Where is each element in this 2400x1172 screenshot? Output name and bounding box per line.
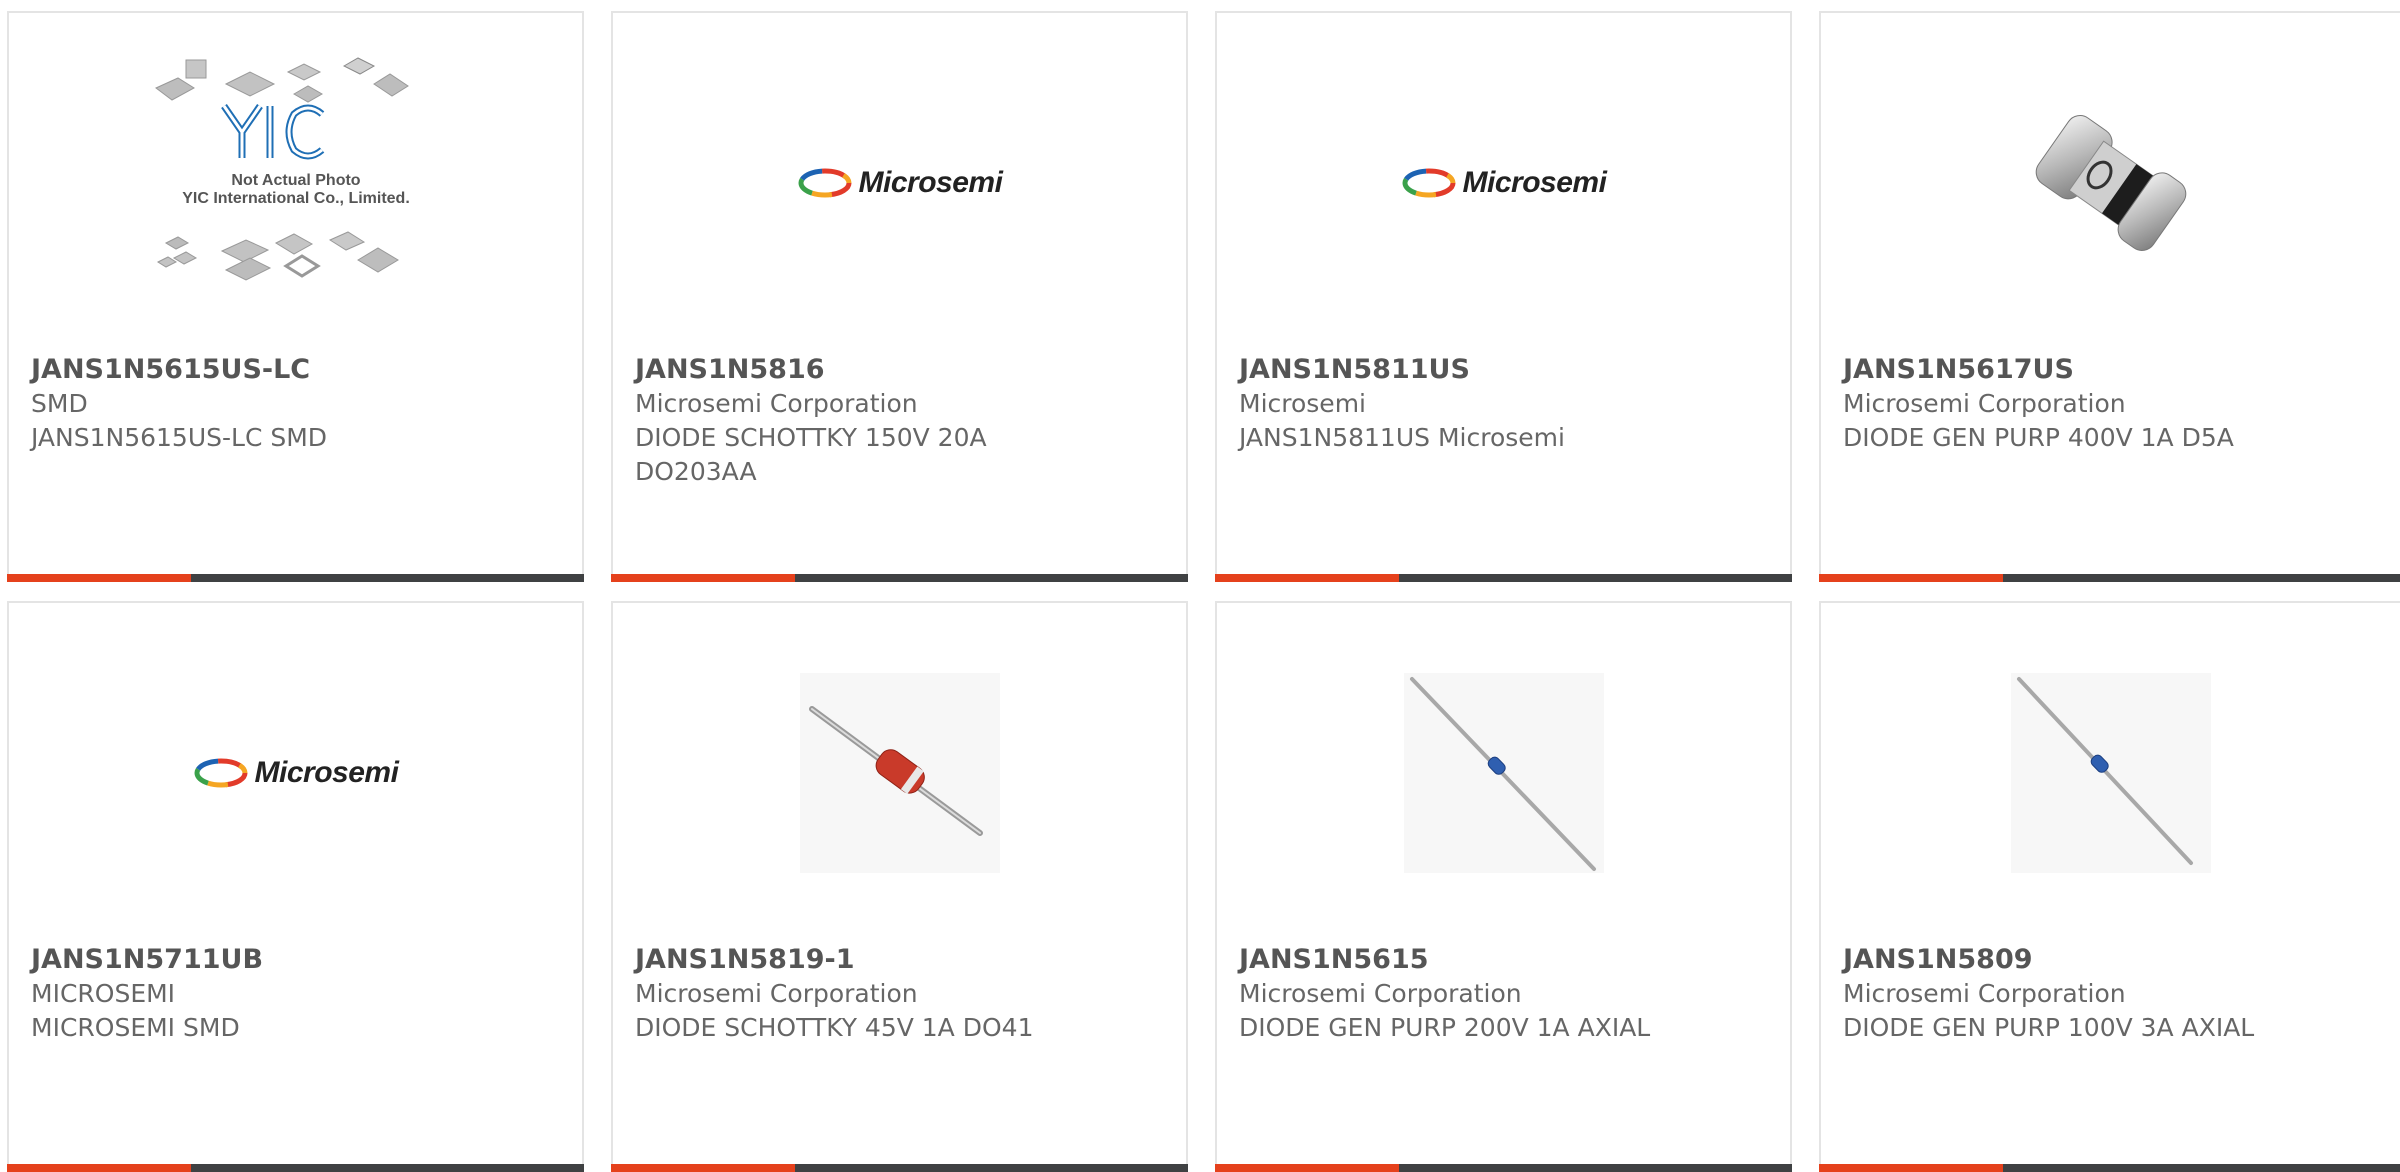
card-accent	[1819, 574, 2003, 582]
product-info: JANS1N5819-1 Microsemi Corporation DIODE…	[635, 943, 1164, 1045]
description: MICROSEMI SMD	[31, 1013, 240, 1042]
card-bottom-bar	[611, 574, 1188, 582]
product-info: JANS1N5615US-LC SMD JANS1N5615US-LC SMD	[31, 353, 560, 455]
yic-placeholder-image: Not Actual Photo YIC International Co., …	[154, 57, 410, 281]
product-info: JANS1N5809 Microsemi Corporation DIODE G…	[1843, 943, 2378, 1045]
axial-diode-image	[2010, 673, 2211, 873]
card-accent	[611, 574, 795, 582]
manufacturer: Microsemi Corporation	[635, 979, 918, 1008]
description: DIODE GEN PURP 400V 1A D5A	[1843, 423, 2234, 452]
product-image[interactable]: Microsemi	[9, 603, 582, 943]
microsemi-swirl-icon	[798, 168, 852, 198]
axial-diode-image	[1403, 673, 1604, 873]
part-number[interactable]: JANS1N5617US	[1843, 353, 2378, 387]
product-info: JANS1N5617US Microsemi Corporation DIODE…	[1843, 353, 2378, 455]
product-image[interactable]: Microsemi	[1217, 13, 1790, 353]
microsemi-wordmark: Microsemi	[858, 166, 1003, 199]
manufacturer: MICROSEMI	[31, 979, 176, 1008]
part-number[interactable]: JANS1N5615	[1239, 943, 1768, 977]
product-card[interactable]: JANS1N5617US Microsemi Corporation DIODE…	[1819, 11, 2400, 582]
placeholder-caption-2: YIC International Co., Limited.	[182, 190, 410, 207]
manufacturer: Microsemi Corporation	[1239, 979, 1522, 1008]
microsemi-wordmark: Microsemi	[254, 756, 399, 789]
card-bottom-bar	[1819, 1164, 2400, 1172]
description: DIODE GEN PURP 200V 1A AXIAL	[1239, 1013, 1651, 1042]
do41-diode-image	[799, 673, 1000, 873]
microsemi-logo: Microsemi	[797, 166, 1003, 200]
product-image[interactable]	[613, 603, 1186, 943]
card-accent	[1215, 1164, 1399, 1172]
product-card[interactable]: JANS1N5615 Microsemi Corporation DIODE G…	[1215, 601, 1792, 1172]
part-number[interactable]: JANS1N5711UB	[31, 943, 560, 977]
part-number[interactable]: JANS1N5816	[635, 353, 1164, 387]
placeholder-caption-1: Not Actual Photo	[231, 172, 360, 189]
description: JANS1N5615US-LC SMD	[31, 423, 328, 452]
card-bottom-bar	[7, 1164, 584, 1172]
part-number[interactable]: JANS1N5615US-LC	[31, 353, 560, 387]
microsemi-logo: Microsemi	[1401, 166, 1607, 200]
card-bottom-bar	[1819, 574, 2400, 582]
microsemi-swirl-icon	[194, 758, 248, 788]
part-number[interactable]: JANS1N5809	[1843, 943, 2378, 977]
product-image[interactable]: Microsemi	[613, 13, 1186, 353]
d5a-diode-image	[2035, 115, 2186, 251]
product-card[interactable]: Microsemi JANS1N5816 Microsemi Corporati…	[611, 11, 1188, 582]
card-bottom-bar	[7, 574, 584, 582]
card-accent	[7, 574, 191, 582]
product-card[interactable]: JANS1N5819-1 Microsemi Corporation DIODE…	[611, 601, 1188, 1172]
yic-logo	[220, 104, 324, 160]
card-bottom-bar	[1215, 1164, 1792, 1172]
card-bottom-bar	[1215, 574, 1792, 582]
description: JANS1N5811US Microsemi	[1239, 423, 1565, 452]
product-card[interactable]: Microsemi JANS1N5811US Microsemi JANS1N5…	[1215, 11, 1792, 582]
product-card[interactable]: Not Actual Photo YIC International Co., …	[7, 11, 584, 582]
card-accent	[7, 1164, 191, 1172]
product-image[interactable]	[1821, 13, 2400, 353]
description: DIODE GEN PURP 100V 3A AXIAL	[1843, 1013, 2255, 1042]
product-image[interactable]	[1217, 603, 1790, 943]
product-info: JANS1N5711UB MICROSEMI MICROSEMI SMD	[31, 943, 560, 1045]
manufacturer: Microsemi Corporation	[1843, 979, 2126, 1008]
card-bottom-bar	[611, 1164, 1188, 1172]
product-card[interactable]: JANS1N5809 Microsemi Corporation DIODE G…	[1819, 601, 2400, 1172]
product-grid: Not Actual Photo YIC International Co., …	[0, 0, 2400, 1172]
product-card[interactable]: Microsemi JANS1N5711UB MICROSEMI MICROSE…	[7, 601, 584, 1172]
card-accent	[1215, 574, 1399, 582]
card-accent	[1819, 1164, 2003, 1172]
microsemi-logo: Microsemi	[193, 756, 399, 790]
manufacturer: Microsemi	[1239, 389, 1366, 418]
product-info: JANS1N5615 Microsemi Corporation DIODE G…	[1239, 943, 1768, 1045]
description: DIODE SCHOTTKY 45V 1A DO41	[635, 1013, 1034, 1042]
part-number[interactable]: JANS1N5819-1	[635, 943, 1164, 977]
product-info: JANS1N5816 Microsemi Corporation DIODE S…	[635, 353, 1164, 489]
product-image[interactable]: Not Actual Photo YIC International Co., …	[9, 13, 582, 353]
microsemi-swirl-icon	[1402, 168, 1456, 198]
microsemi-wordmark: Microsemi	[1462, 166, 1607, 199]
manufacturer: Microsemi Corporation	[635, 389, 918, 418]
product-info: JANS1N5811US Microsemi JANS1N5811US Micr…	[1239, 353, 1768, 455]
description: DIODE SCHOTTKY 150V 20A DO203AA	[635, 423, 987, 486]
manufacturer: SMD	[31, 389, 88, 418]
part-number[interactable]: JANS1N5811US	[1239, 353, 1768, 387]
product-image[interactable]	[1821, 603, 2400, 943]
card-accent	[611, 1164, 795, 1172]
manufacturer: Microsemi Corporation	[1843, 389, 2126, 418]
